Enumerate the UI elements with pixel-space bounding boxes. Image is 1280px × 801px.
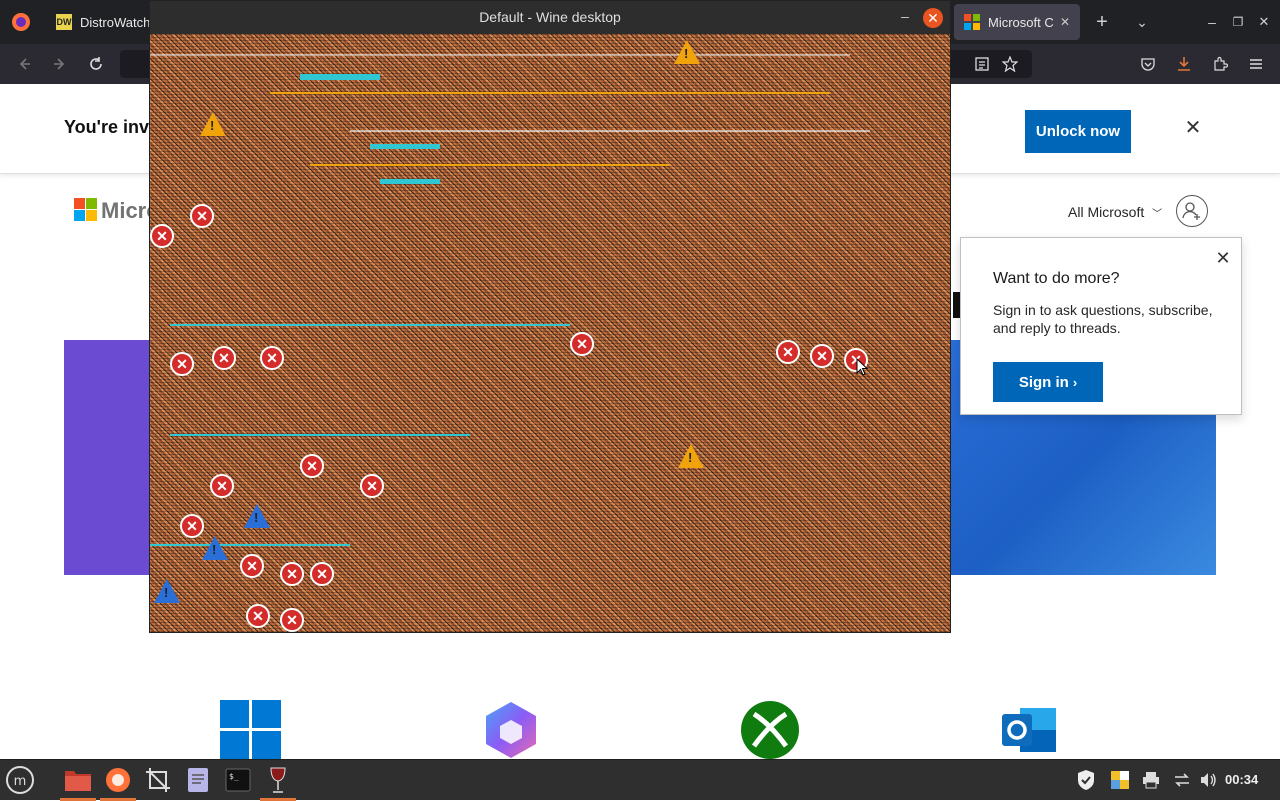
error-icon: ✕	[170, 352, 194, 376]
extensions-icon[interactable]	[1208, 52, 1232, 76]
error-icon: ✕	[190, 204, 214, 228]
error-icon: ✕	[180, 514, 204, 538]
tab-label: Microsoft C	[988, 14, 1054, 30]
glitch-band	[150, 54, 850, 56]
mint-menu-icon[interactable]: m	[5, 765, 35, 795]
popup-title: Want to do more?	[993, 270, 1120, 287]
error-icon: ✕	[212, 346, 236, 370]
security-shield-icon[interactable]	[1071, 765, 1101, 795]
banner-text: You're inv	[64, 117, 149, 137]
close-window-button[interactable]: ✕	[1254, 12, 1274, 32]
error-icon: ✕	[246, 604, 270, 628]
all-microsoft-label: All Microsoft	[1068, 204, 1145, 220]
svg-text:$_: $_	[229, 772, 239, 781]
banner-close-icon[interactable]: ✕	[1183, 118, 1203, 138]
tab-list-button[interactable]: ⌄	[1132, 12, 1152, 32]
wine-desktop-window[interactable]: Default - Wine desktop – ✕ ✕ ✕ ✕ ✕ ✕ ✕ ✕…	[149, 0, 951, 633]
glitch-band	[380, 179, 440, 184]
all-microsoft-menu[interactable]: All Microsoft ﹀	[1068, 204, 1162, 220]
error-icon: ✕	[150, 224, 174, 248]
xbox-icon[interactable]	[740, 700, 802, 760]
copilot-icon[interactable]	[480, 700, 542, 760]
sign-in-label: Sign in	[1018, 373, 1069, 391]
microsoft-logo[interactable]	[74, 198, 97, 221]
glitched-desktop-canvas[interactable]: ✕ ✕ ✕ ✕ ✕ ✕ ✕ ✕ ✕ ✕ ✕ ✕ ✕ ✕ ✕ ✕ ✕ ✕ ! ! …	[150, 34, 950, 632]
error-icon: ✕	[280, 608, 304, 632]
minimize-button[interactable]: –	[1202, 12, 1222, 32]
printer-icon[interactable]	[1136, 765, 1166, 795]
error-icon: ✕	[776, 340, 800, 364]
clock[interactable]: 00:34	[1225, 772, 1258, 787]
hero-image-left	[64, 340, 154, 575]
glitch-band	[270, 92, 830, 94]
signin-popup: ✕ Want to do more? Sign in to ask questi…	[960, 237, 1242, 415]
distrowatch-icon: DW	[56, 14, 72, 30]
windows-icon[interactable]	[220, 700, 282, 760]
terminal-icon[interactable]: $_	[223, 765, 253, 795]
bookmark-star-icon[interactable]	[998, 52, 1022, 76]
mouse-pointer	[856, 357, 869, 381]
microsoft-icon	[964, 14, 980, 30]
files-icon[interactable]	[63, 765, 93, 795]
wine-glass-icon[interactable]	[263, 765, 293, 795]
error-icon: ✕	[280, 562, 304, 586]
error-icon: ✕	[210, 474, 234, 498]
glitch-band	[170, 434, 470, 436]
new-tab-button[interactable]: +	[1092, 11, 1112, 33]
account-icon[interactable]	[1176, 195, 1208, 227]
tab-distrowatch[interactable]: DW DistroWatch	[46, 4, 150, 40]
update-manager-icon[interactable]	[1105, 765, 1135, 795]
reader-view-icon[interactable]	[970, 52, 994, 76]
downloads-icon[interactable]	[1172, 52, 1196, 76]
glitch-band	[370, 144, 440, 149]
sign-in-button[interactable]: Sign in ›	[993, 362, 1103, 402]
menu-icon[interactable]	[1244, 52, 1268, 76]
wine-close-button[interactable]: ✕	[923, 8, 943, 28]
warning-icon: !	[244, 504, 270, 528]
glitch-band	[170, 324, 570, 326]
warning-icon: !	[200, 112, 226, 136]
firefox-icon[interactable]	[11, 12, 31, 32]
tab-microsoft[interactable]: Microsoft C ✕	[954, 4, 1080, 40]
glitch-band	[150, 544, 350, 546]
wine-minimize-button[interactable]: –	[898, 9, 912, 23]
wine-titlebar[interactable]: Default - Wine desktop – ✕	[150, 1, 950, 34]
warning-icon: !	[154, 579, 180, 603]
svg-text:m: m	[14, 774, 27, 789]
error-icon: ✕	[360, 474, 384, 498]
back-icon[interactable]	[12, 52, 36, 76]
firefox-taskbar-icon[interactable]	[103, 765, 133, 795]
unlock-now-button[interactable]: Unlock now	[1025, 110, 1131, 153]
volume-icon[interactable]	[1193, 765, 1223, 795]
error-icon: ✕	[240, 554, 264, 578]
warning-icon: !	[202, 536, 228, 560]
glitch-band	[310, 164, 670, 166]
text-editor-icon[interactable]	[183, 765, 213, 795]
pocket-icon[interactable]	[1136, 52, 1160, 76]
error-icon: ✕	[570, 332, 594, 356]
screenshot-tool-icon[interactable]	[143, 765, 173, 795]
wine-window-title: Default - Wine desktop	[479, 9, 621, 25]
error-icon: ✕	[260, 346, 284, 370]
popup-body: Sign in to ask questions, subscribe, and…	[993, 302, 1213, 336]
error-icon: ✕	[310, 562, 334, 586]
forward-icon[interactable]	[48, 52, 72, 76]
warning-icon: !	[674, 40, 700, 64]
tab-label: DistroWatch	[80, 14, 150, 30]
maximize-button[interactable]: ❐	[1228, 12, 1248, 32]
error-icon: ✕	[810, 344, 834, 368]
warning-icon: !	[678, 444, 704, 468]
glitch-band	[350, 130, 870, 132]
popup-close-icon[interactable]: ✕	[1214, 249, 1232, 267]
reload-icon[interactable]	[84, 52, 108, 76]
chevron-down-icon: ﹀	[1152, 209, 1163, 220]
taskbar: m $_ 00:34	[0, 759, 1280, 801]
close-icon[interactable]: ✕	[1060, 15, 1070, 29]
glitch-band	[300, 74, 380, 80]
outlook-icon[interactable]	[1000, 700, 1062, 760]
chevron-right-icon: ›	[1072, 374, 1078, 390]
error-icon: ✕	[300, 454, 324, 478]
